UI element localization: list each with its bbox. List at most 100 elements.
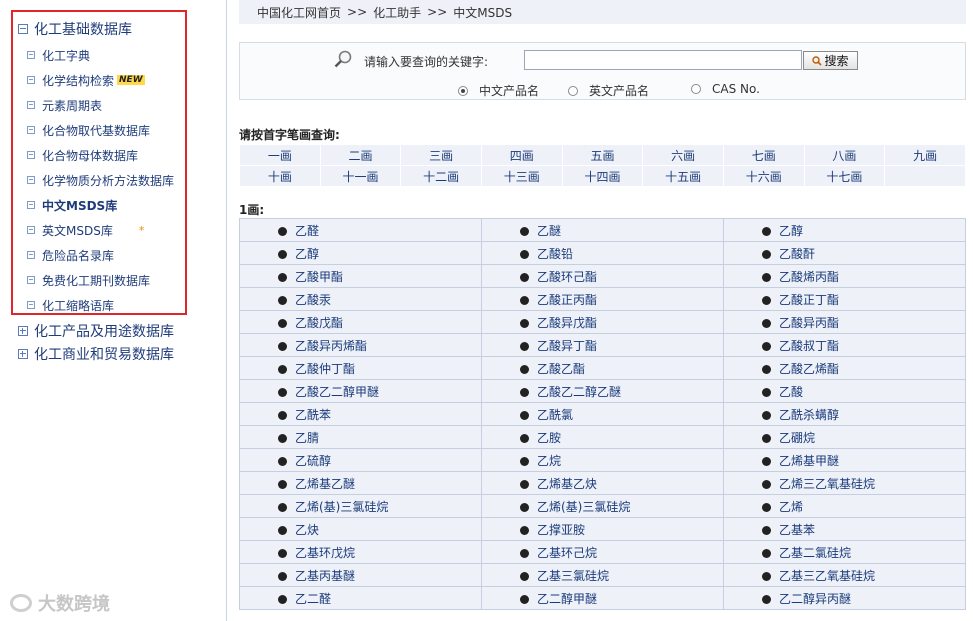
- chemical-link[interactable]: 乙酸正丙酯: [537, 293, 597, 307]
- tree-section-basic-db[interactable]: 化工基础数据库: [18, 19, 132, 39]
- stroke-link[interactable]: 十画: [239, 165, 321, 187]
- sidebar-item[interactable]: 英文MSDS库 *: [27, 220, 144, 240]
- breadcrumb-home[interactable]: 中国化工网首页: [257, 4, 341, 21]
- chemical-link[interactable]: 乙酰杀螨醇: [779, 408, 839, 422]
- chemical-link[interactable]: 乙烯(基)三氯硅烷: [295, 500, 388, 514]
- stroke-link[interactable]: 七画: [722, 144, 805, 166]
- radio-chinese-name[interactable]: 中文产品名: [458, 82, 539, 99]
- chemical-link[interactable]: 乙二醛: [295, 592, 331, 606]
- chemical-link[interactable]: 乙酰氯: [537, 408, 573, 422]
- result-cell: 乙烯(基)三氯硅烷: [481, 494, 724, 518]
- chemical-link[interactable]: 乙酸汞: [295, 293, 331, 307]
- chemical-link[interactable]: 乙硫醇: [295, 454, 331, 468]
- chemical-link[interactable]: 乙炔: [295, 523, 319, 537]
- chemical-link[interactable]: 乙酸乙二醇乙醚: [537, 385, 621, 399]
- chemical-link[interactable]: 乙酸烯丙酯: [779, 270, 839, 284]
- tree-section-products-db[interactable]: 化工产品及用途数据库: [18, 321, 174, 341]
- tree-section-trade-db[interactable]: 化工商业和贸易数据库: [18, 344, 174, 364]
- table-row: 乙酸乙二醇甲醚 乙酸乙二醇乙醚 乙酸: [239, 379, 966, 403]
- chemical-link[interactable]: 乙烯基乙炔: [537, 477, 597, 491]
- radio-icon[interactable]: [458, 85, 468, 96]
- chemical-link[interactable]: 乙醇: [295, 247, 319, 261]
- radio-icon[interactable]: [568, 85, 578, 96]
- stroke-link[interactable]: 九画: [884, 144, 966, 166]
- sidebar-item[interactable]: 化工缩略语库: [27, 295, 114, 315]
- chemical-link[interactable]: 乙基二氯硅烷: [779, 546, 851, 560]
- stroke-link[interactable]: 十三画: [480, 165, 563, 187]
- radio-cas-no[interactable]: CAS No.: [691, 82, 760, 96]
- chemical-link[interactable]: 乙醚: [537, 224, 561, 238]
- chemical-link[interactable]: 乙酸环己酯: [537, 270, 597, 284]
- chemical-link[interactable]: 乙酸乙烯酯: [779, 362, 839, 376]
- chemical-link[interactable]: 乙酸异丁酯: [537, 339, 597, 353]
- stroke-link[interactable]: 三画: [400, 144, 482, 166]
- stroke-link[interactable]: 十一画: [319, 165, 402, 187]
- stroke-link[interactable]: 五画: [561, 144, 644, 166]
- stroke-link[interactable]: 四画: [480, 144, 563, 166]
- chemical-link[interactable]: 乙酸正丁酯: [779, 293, 839, 307]
- chemical-link[interactable]: 乙硼烷: [779, 431, 815, 445]
- expand-icon[interactable]: [18, 326, 28, 336]
- stroke-link[interactable]: 十五画: [642, 165, 724, 187]
- stroke-link[interactable]: 十四画: [561, 165, 644, 187]
- chemical-link[interactable]: 乙基苯: [779, 523, 815, 537]
- search-input[interactable]: [524, 50, 802, 70]
- stroke-link[interactable]: 十二画: [400, 165, 482, 187]
- stroke-link[interactable]: 十七画: [803, 165, 886, 187]
- collapse-icon[interactable]: [18, 24, 28, 34]
- chemical-link[interactable]: 乙基丙基醚: [295, 569, 355, 583]
- chemical-link[interactable]: 乙酸异丙酯: [779, 316, 839, 330]
- expand-icon[interactable]: [18, 349, 28, 359]
- chemical-link[interactable]: 乙烯三乙氧基硅烷: [779, 477, 875, 491]
- stroke-link[interactable]: 八画: [803, 144, 886, 166]
- tree-leaf-icon: [27, 126, 35, 134]
- chemical-link[interactable]: 乙酸异丙烯酯: [295, 339, 367, 353]
- chemical-link[interactable]: 乙腈: [295, 431, 319, 445]
- chemical-link[interactable]: 乙二醇异丙醚: [779, 592, 851, 606]
- chemical-link[interactable]: 乙基环己烷: [537, 546, 597, 560]
- chemical-link[interactable]: 乙基三氯硅烷: [537, 569, 609, 583]
- chemical-link[interactable]: 乙烯基甲醚: [779, 454, 839, 468]
- chemical-link[interactable]: 乙醇: [779, 224, 803, 238]
- sidebar-item[interactable]: 危险品名录库: [27, 245, 114, 265]
- chemical-link[interactable]: 乙酸戊酯: [295, 316, 343, 330]
- chemical-link[interactable]: 乙烷: [537, 454, 561, 468]
- chemical-link[interactable]: 乙酸仲丁酯: [295, 362, 355, 376]
- sidebar-item[interactable]: 化工字典: [27, 45, 90, 65]
- sidebar-item[interactable]: 化学物质分析方法数据库: [27, 170, 174, 190]
- chemical-link[interactable]: 乙酰苯: [295, 408, 331, 422]
- chemical-link[interactable]: 乙酸叔丁酯: [779, 339, 839, 353]
- sidebar-item[interactable]: 免费化工期刊数据库: [27, 270, 150, 290]
- chemical-link[interactable]: 乙醛: [295, 224, 319, 238]
- chemical-link[interactable]: 乙基三乙氧基硅烷: [779, 569, 875, 583]
- chemical-link[interactable]: 乙酸铅: [537, 247, 573, 261]
- chemical-link[interactable]: 乙烯: [779, 500, 803, 514]
- chemical-link[interactable]: 乙胺: [537, 431, 561, 445]
- stroke-link[interactable]: 二画: [319, 144, 402, 166]
- chemical-link[interactable]: 乙基环戊烷: [295, 546, 355, 560]
- chemical-link[interactable]: 乙酸乙酯: [537, 362, 585, 376]
- sidebar-item[interactable]: 化合物取代基数据库: [27, 120, 150, 140]
- chemical-link[interactable]: 乙烯基乙醚: [295, 477, 355, 491]
- stroke-link[interactable]: 一画: [239, 144, 321, 166]
- chemical-link[interactable]: 乙酸酐: [779, 247, 815, 261]
- radio-english-name[interactable]: 英文产品名: [568, 82, 649, 99]
- bullet-icon: [762, 548, 771, 558]
- chemical-link[interactable]: 乙酸乙二醇甲醚: [295, 385, 379, 399]
- chemical-link[interactable]: 乙酸异戊酯: [537, 316, 597, 330]
- search-button[interactable]: 搜索: [803, 51, 858, 70]
- stroke-link[interactable]: 十六画: [722, 165, 805, 187]
- stroke-link[interactable]: [884, 165, 966, 187]
- sidebar-item[interactable]: 元素周期表: [27, 95, 102, 115]
- radio-icon[interactable]: [691, 84, 701, 94]
- chemical-link[interactable]: 乙烯(基)三氯硅烷: [537, 500, 630, 514]
- breadcrumb-helper[interactable]: 化工助手: [373, 4, 421, 21]
- sidebar-item[interactable]: 化合物母体数据库: [27, 145, 138, 165]
- sidebar-item[interactable]: 中文MSDS库: [27, 195, 117, 215]
- chemical-link[interactable]: 乙酸: [779, 385, 803, 399]
- chemical-link[interactable]: 乙撑亚胺: [537, 523, 585, 537]
- chemical-link[interactable]: 乙二醇甲醚: [537, 592, 597, 606]
- stroke-link[interactable]: 六画: [642, 144, 724, 166]
- sidebar-item[interactable]: 化学结构检索 NEW: [27, 70, 145, 90]
- chemical-link[interactable]: 乙酸甲酯: [295, 270, 343, 284]
